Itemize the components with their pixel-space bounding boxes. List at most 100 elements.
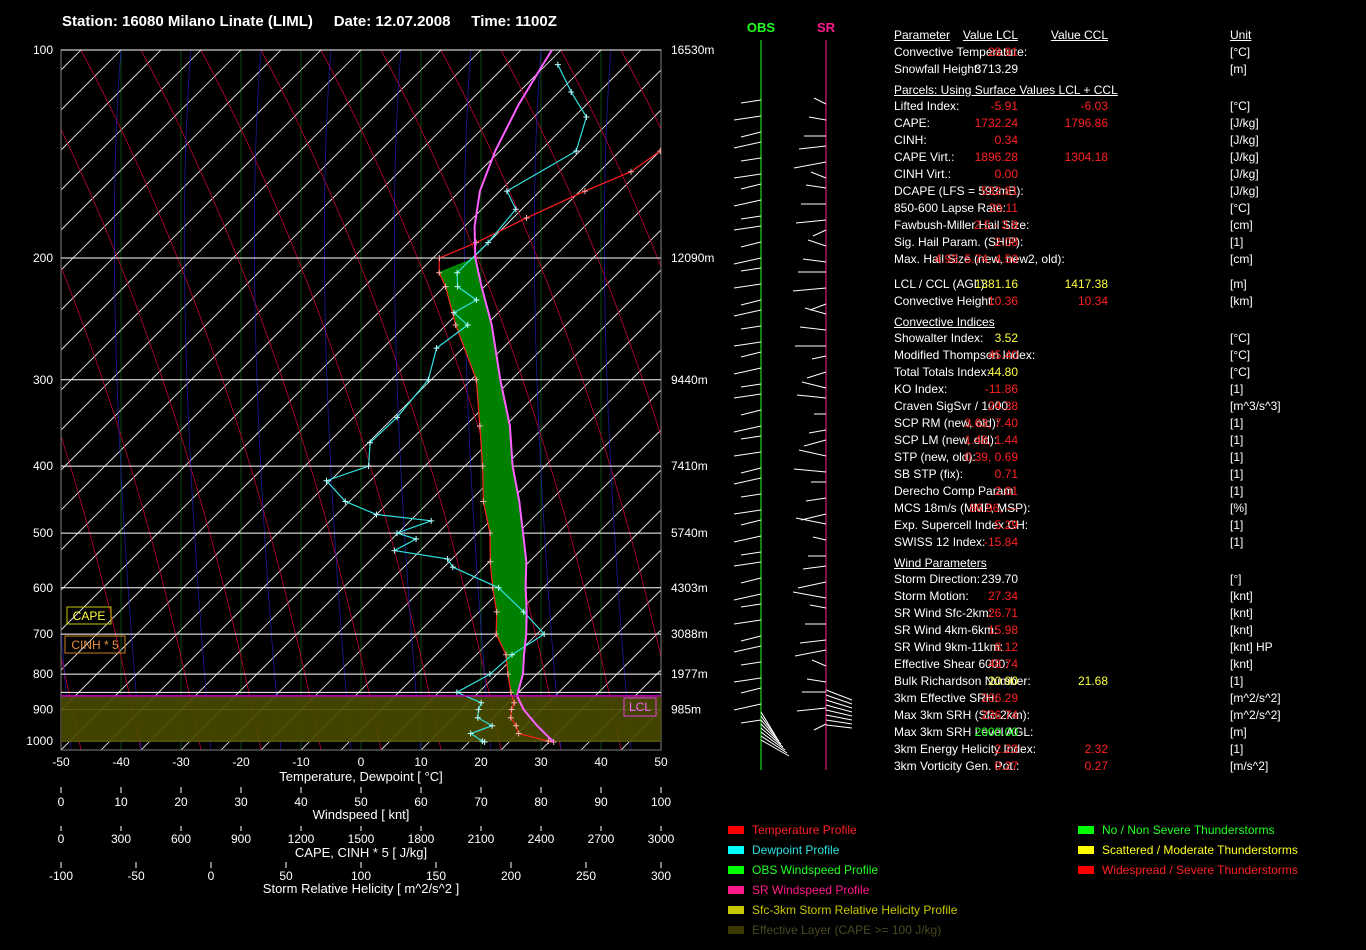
parameter-row: Storm Direction: 239.70 [°] bbox=[894, 570, 1364, 587]
isotherm-line bbox=[61, 50, 82, 71]
sr-wind-barb bbox=[812, 229, 827, 237]
moist-adiabat bbox=[61, 622, 72, 750]
parameter-unit: [J/kg] bbox=[1230, 184, 1259, 198]
parameter-value-lcl: 10.36 bbox=[987, 294, 1018, 308]
moist-adiabat bbox=[323, 50, 352, 750]
helicity-tick-label: 150 bbox=[426, 869, 446, 883]
parameter-value-ccl: 10.34 bbox=[1077, 294, 1108, 308]
obs-wind-barb bbox=[740, 603, 762, 608]
section-title: Convective Indices bbox=[894, 315, 995, 329]
legend-swatch bbox=[728, 886, 744, 894]
sr-wind-barb bbox=[799, 639, 827, 644]
sr-wind-barb bbox=[793, 161, 827, 169]
legend-swatch bbox=[728, 866, 744, 874]
parameter-name: SWISS 12 Index: bbox=[894, 535, 986, 549]
header-parameter: Parameter bbox=[894, 28, 951, 42]
parameter-value-ccl: -6.03 bbox=[1080, 99, 1108, 113]
parameter-value-lcl: 45.40 bbox=[987, 348, 1018, 362]
windspeed-axis-label: Windspeed [ knt] bbox=[313, 807, 410, 822]
moist-adiabat bbox=[393, 50, 422, 750]
height-tick-label: 985m bbox=[671, 703, 701, 717]
sr-wind-barb bbox=[825, 699, 853, 709]
parameter-name: Lifted Index: bbox=[894, 99, 960, 113]
obs-wind-barb bbox=[733, 645, 762, 653]
isotherm-line bbox=[100, 189, 661, 750]
sr-wind-barb bbox=[793, 468, 827, 473]
isotherm-line bbox=[220, 309, 661, 750]
moist-adiabat bbox=[183, 50, 212, 750]
height-tick-label: 3088m bbox=[671, 627, 708, 641]
isotherm-line bbox=[61, 50, 362, 351]
sr-wind-barb bbox=[809, 604, 827, 609]
dry-adiabat bbox=[620, 50, 661, 131]
parameter-unit: [1] bbox=[1230, 235, 1244, 249]
parameter-row: SR Wind 9km-11km: 8.12 [knt] HP bbox=[894, 638, 1364, 655]
sr-wind-barb bbox=[806, 371, 827, 379]
obs-wind-barb bbox=[733, 477, 762, 485]
obs-wind-barb bbox=[740, 241, 762, 248]
helicity-axis-label: Storm Relative Helicity [ m^2/s^2 ] bbox=[263, 881, 459, 896]
sr-wind-barb bbox=[806, 678, 827, 683]
parameter-value-lcl: 24.38 bbox=[987, 399, 1018, 413]
moist-adiabat bbox=[253, 50, 282, 750]
height-tick-label: 9440m bbox=[671, 373, 708, 387]
sr-wind-barb bbox=[795, 517, 827, 525]
parameter-value-lcl: 4.93, 5.74, 4.50 bbox=[934, 252, 1018, 266]
parameter-section: Convective Indices bbox=[894, 309, 1364, 329]
windspeed-tick-label: 60 bbox=[414, 795, 428, 809]
sr-wind-barb bbox=[801, 381, 827, 389]
parameter-value-lcl: 15.98 bbox=[987, 623, 1018, 637]
pressure-tick-label: 1000 bbox=[26, 734, 53, 748]
parameter-unit: [J/kg] bbox=[1230, 167, 1259, 181]
windspeed-tick-label: 70 bbox=[474, 795, 488, 809]
helicity-tick-label: 0 bbox=[208, 869, 215, 883]
sr-wind-barb bbox=[808, 429, 827, 434]
parameter-unit: [°C] bbox=[1230, 45, 1251, 59]
temperature-tick-label: -20 bbox=[232, 755, 250, 769]
sr-wind-barb bbox=[807, 239, 827, 247]
obs-wind-barb bbox=[740, 183, 762, 190]
parameter-value-lcl: 44.80 bbox=[987, 365, 1018, 379]
windspeed-tick-label: 50 bbox=[354, 795, 368, 809]
obs-wind-barb bbox=[760, 735, 788, 754]
temperature-tick-label: 40 bbox=[594, 755, 608, 769]
isotherm-line bbox=[61, 50, 282, 271]
obs-wind-barb bbox=[740, 299, 762, 306]
parameter-value-lcl: 1896.28 bbox=[974, 150, 1018, 164]
parameter-unit: [J/kg] bbox=[1230, 116, 1259, 130]
dewpoint-point bbox=[413, 536, 420, 543]
parameter-value-lcl: -5.91 bbox=[990, 99, 1018, 113]
parameter-row: CAPE: 1732.24 1796.86 [J/kg] bbox=[894, 114, 1364, 131]
obs-wind-barb bbox=[733, 173, 762, 179]
obs-wind-barb bbox=[740, 551, 762, 556]
parameter-value-lcl: -11.86 bbox=[984, 382, 1018, 396]
parameter-name: SR Wind Sfc-2km: bbox=[894, 606, 993, 620]
legend-label: Dewpoint Profile bbox=[752, 843, 840, 857]
dry-adiabat bbox=[61, 128, 262, 750]
sr-wind-barb bbox=[812, 536, 827, 541]
parameter-row: LCL / CCL (AGL): 1381.16 1417.38 [m] bbox=[894, 275, 1364, 292]
windspeed-tick-label: 10 bbox=[114, 795, 128, 809]
parameter-name: SR Wind 4km-6km: bbox=[894, 623, 998, 637]
parameter-value-lcl: 28.91 bbox=[987, 45, 1018, 59]
windspeed-tick-label: 100 bbox=[651, 795, 671, 809]
sr-wind-barb bbox=[799, 326, 827, 331]
sr-wind-barb bbox=[803, 439, 827, 447]
sr-wind-barb bbox=[805, 497, 827, 502]
windspeed-tick-label: 20 bbox=[174, 795, 188, 809]
parameter-row: 3km Energy Helicity Index: 2.23 2.32 [1] bbox=[894, 740, 1364, 757]
parameter-name: Total Totals Index: bbox=[894, 365, 990, 379]
header-value-ccl: Value CCL bbox=[1050, 28, 1108, 42]
parameter-value-lcl: 5.29 bbox=[994, 518, 1018, 532]
parameter-row: Showalter Index: 3.52 [°C] bbox=[894, 329, 1364, 346]
temperature-tick-label: 30 bbox=[534, 755, 548, 769]
cape-badge-label: CAPE bbox=[73, 609, 106, 623]
obs-wind-barb bbox=[740, 409, 762, 416]
obs-wind-barb bbox=[733, 199, 762, 207]
moist-adiabat bbox=[744, 50, 771, 750]
parameter-value-lcl: 48.74 bbox=[987, 657, 1018, 671]
obs-wind-barb bbox=[740, 577, 762, 584]
moist-adiabat bbox=[603, 50, 632, 750]
parameter-row: Effective Shear 6000: 48.74 [knt] bbox=[894, 655, 1364, 672]
parameter-row: Bulk Richardson Number: 20.90 21.68 [1] bbox=[894, 672, 1364, 689]
